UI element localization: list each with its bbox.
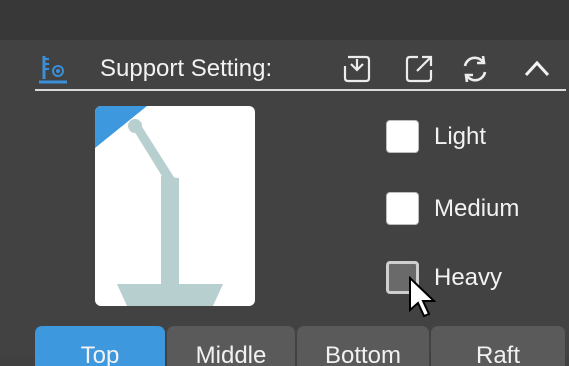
- light-checkbox[interactable]: [386, 120, 419, 153]
- tab-top-label: Top: [80, 342, 120, 366]
- refresh-button[interactable]: [458, 52, 492, 86]
- medium-label: Medium: [434, 195, 520, 222]
- export-button[interactable]: [402, 52, 436, 86]
- collapse-icon: [524, 60, 550, 77]
- tab-middle-label: Middle: [195, 342, 267, 366]
- option-light[interactable]: Light: [386, 117, 556, 157]
- top-bar: [0, 0, 569, 40]
- refresh-icon: [463, 55, 487, 83]
- tab-middle[interactable]: Middle: [167, 326, 295, 366]
- section-title: Support Setting:: [100, 55, 273, 82]
- support-position-tabs: Top Middle Bottom Raft: [35, 326, 565, 366]
- tab-bottom-label: Bottom: [324, 342, 402, 366]
- import-button[interactable]: [340, 52, 374, 86]
- option-medium[interactable]: Medium: [386, 189, 556, 229]
- tab-bottom[interactable]: Bottom: [297, 326, 429, 366]
- tab-top[interactable]: Top: [35, 326, 165, 366]
- heavy-label: Heavy: [434, 264, 503, 291]
- tab-raft[interactable]: Raft: [431, 326, 565, 366]
- light-label: Light: [434, 123, 487, 150]
- tab-raft-label: Raft: [475, 342, 520, 366]
- support-tool-icon: [38, 53, 68, 85]
- support-preview-image: [95, 106, 255, 306]
- medium-checkbox[interactable]: [386, 192, 419, 225]
- mouse-cursor-icon: [408, 275, 438, 320]
- export-icon: [405, 55, 433, 83]
- collapse-button[interactable]: [520, 52, 554, 86]
- import-icon: [343, 55, 371, 83]
- header-divider: [35, 89, 566, 91]
